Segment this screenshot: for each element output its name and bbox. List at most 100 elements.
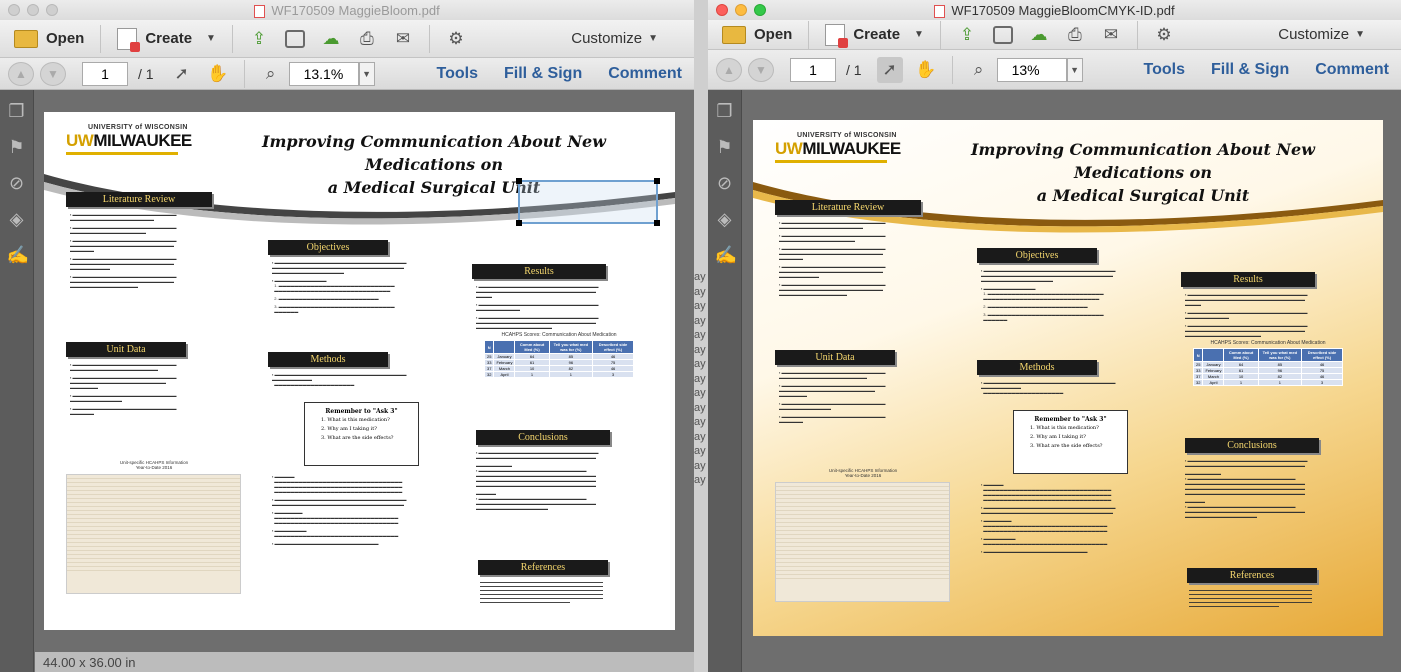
chevron-down-icon: ▼ <box>914 29 924 40</box>
signature-icon[interactable]: ✍ <box>715 244 737 266</box>
bookmark-icon[interactable]: ⚑ <box>7 136 27 158</box>
hand-tool-icon[interactable]: ✋ <box>205 61 231 87</box>
table-cell: 1 <box>548 371 594 378</box>
tab-tools[interactable]: Tools <box>1144 61 1185 79</box>
minimize-window-icon[interactable] <box>27 4 39 16</box>
background-text-line: ay <box>694 271 706 283</box>
gear-icon[interactable]: ⚙ <box>1151 22 1177 48</box>
pdf-file-icon <box>254 4 266 18</box>
previous-page-icon[interactable]: ▲ <box>8 61 34 86</box>
hand-tool-icon[interactable]: ✋ <box>913 57 939 83</box>
next-page-icon[interactable]: ▼ <box>748 57 774 82</box>
right-title-bar[interactable]: WF170509 MaggieBloomCMYK-ID.pdf <box>708 0 1401 20</box>
next-page-icon[interactable]: ▼ <box>40 61 66 86</box>
document-view[interactable]: UNIVERSITY of WISCONSIN UWMILWAUKEE Impr… <box>743 90 1401 672</box>
select-cursor-icon[interactable]: ➚ <box>169 61 195 87</box>
zoom-window-icon[interactable] <box>754 4 766 16</box>
save-icon[interactable] <box>990 22 1016 48</box>
tab-fill-sign[interactable]: Fill & Sign <box>1211 61 1289 79</box>
print-icon[interactable]: ⎙ <box>354 26 380 52</box>
logo-underline <box>775 160 887 163</box>
section-header-results: Results <box>472 264 606 279</box>
attachment-icon[interactable]: ⊘ <box>7 172 27 194</box>
signature-icon[interactable]: ✍ <box>7 244 29 266</box>
zoom-dropdown-icon[interactable]: ▼ <box>358 61 375 86</box>
select-cursor-icon[interactable]: ➚ <box>876 56 903 83</box>
hcahps-table: N Comm about Med (%) Tell you what med w… <box>1192 348 1343 386</box>
create-button[interactable]: Create ▼ <box>109 24 224 54</box>
poster-title-line1: Improving Communication About New Medica… <box>971 140 1315 182</box>
section-header-literature-review: Literature Review <box>66 192 212 207</box>
uwm-logo: UNIVERSITY of WISCONSIN UWMILWAUKEE <box>775 132 901 163</box>
save-icon[interactable] <box>282 26 308 52</box>
upload-folder-icon[interactable]: ⇪ <box>954 22 980 48</box>
gear-icon[interactable]: ⚙ <box>443 26 469 52</box>
close-window-icon[interactable] <box>716 4 728 16</box>
page-number-input[interactable]: 1 <box>82 61 128 86</box>
cloud-upload-icon[interactable]: ☁ <box>318 26 344 52</box>
hcahps-scores-table: HCAHPS Scores: Communication About Medic… <box>1192 340 1343 386</box>
left-title-bar[interactable]: WF170509 MaggieBloom.pdf <box>0 0 694 20</box>
page-thumbnails-icon[interactable]: ❐ <box>715 100 735 122</box>
hcahps-scores-table: HCAHPS Scores: Communication About Medic… <box>483 332 634 378</box>
email-icon[interactable]: ✉ <box>390 26 416 52</box>
document-view[interactable]: UNIVERSITY of WISCONSIN UWMILWAUKEE Impr… <box>35 90 694 672</box>
background-text-line: ay <box>694 430 706 443</box>
toolbar-divider <box>243 59 245 88</box>
folder-icon <box>722 25 746 44</box>
attachment-icon[interactable]: ⊘ <box>715 172 735 194</box>
hcahps-header-month <box>493 340 516 354</box>
customize-menu[interactable]: Customize ▼ <box>1278 26 1365 43</box>
results-text: ▪ ▬▬▬▬▬▬▬▬▬▬▬▬▬▬▬▬▬▬▬▬▬▬▬▬▬▬▬▬▬▬ ▬▬▬▬▬▬▬▬… <box>476 284 599 330</box>
marquee-zoom-icon[interactable]: ⌕ <box>966 57 992 83</box>
open-button[interactable]: Open <box>6 24 92 54</box>
resize-handle[interactable] <box>654 178 660 184</box>
section-header-references: References <box>1187 568 1317 583</box>
create-button[interactable]: Create ▼ <box>817 20 932 50</box>
create-pdf-icon <box>825 23 849 48</box>
resize-handle[interactable] <box>516 178 522 184</box>
background-text-line: ay <box>694 416 706 428</box>
tab-comment[interactable]: Comment <box>1315 61 1389 79</box>
bookmark-icon[interactable]: ⚑ <box>715 136 735 158</box>
tab-tools[interactable]: Tools <box>437 65 478 83</box>
minimize-window-icon[interactable] <box>735 4 747 16</box>
cloud-upload-icon[interactable]: ☁ <box>1026 22 1052 48</box>
selection-rectangle[interactable] <box>516 178 660 226</box>
previous-page-icon[interactable]: ▲ <box>716 57 742 82</box>
toolbar-divider <box>1136 20 1138 49</box>
open-button[interactable]: Open <box>714 20 800 50</box>
page-thumbnails-icon[interactable]: ❐ <box>7 100 27 122</box>
print-icon[interactable]: ⎙ <box>1062 22 1088 48</box>
close-window-icon[interactable] <box>8 4 20 16</box>
resize-handle[interactable] <box>516 220 522 226</box>
tab-fill-sign[interactable]: Fill & Sign <box>504 65 582 83</box>
zoom-input[interactable]: 13.1% <box>288 61 359 86</box>
marquee-zoom-icon[interactable]: ⌕ <box>258 61 284 87</box>
background-text-line: ay <box>694 329 706 341</box>
upload-folder-icon[interactable]: ⇪ <box>246 26 272 52</box>
layers-icon[interactable]: ◈ <box>715 208 735 230</box>
customize-label: Customize <box>571 30 643 47</box>
layers-icon[interactable]: ◈ <box>7 208 27 230</box>
pdf-file-icon <box>934 4 946 18</box>
zoom-input[interactable]: 13% <box>996 57 1067 82</box>
page-number-input[interactable]: 1 <box>790 57 836 82</box>
hcahps-header-tell: Tell you what med was for (%) <box>548 340 594 354</box>
email-icon[interactable]: ✉ <box>1098 22 1124 48</box>
section-header-literature-review: Literature Review <box>775 200 921 215</box>
tab-comment[interactable]: Comment <box>608 65 682 83</box>
resize-handle[interactable] <box>654 220 660 226</box>
zoom-window-icon[interactable] <box>46 4 58 16</box>
poster-page: UNIVERSITY of WISCONSIN UWMILWAUKEE Impr… <box>44 112 675 630</box>
customize-menu[interactable]: Customize ▼ <box>571 30 658 47</box>
create-label: Create <box>853 26 901 43</box>
table-cell: 1 <box>1223 379 1259 386</box>
background-text-line: ay <box>694 300 706 312</box>
toolbar-divider <box>428 24 430 53</box>
hcahps-table: N Comm about Med (%) Tell you what med w… <box>483 340 634 378</box>
background-text-line: ay <box>694 358 706 370</box>
table-cell: 32 <box>483 371 495 378</box>
methods-text: ▪ ▬▬▬▬▬▬▬▬▬▬▬▬▬▬▬▬▬▬▬▬▬▬▬▬▬▬▬▬▬▬▬▬▬ ▬▬▬▬▬… <box>272 372 407 387</box>
zoom-dropdown-icon[interactable]: ▼ <box>1066 57 1083 82</box>
